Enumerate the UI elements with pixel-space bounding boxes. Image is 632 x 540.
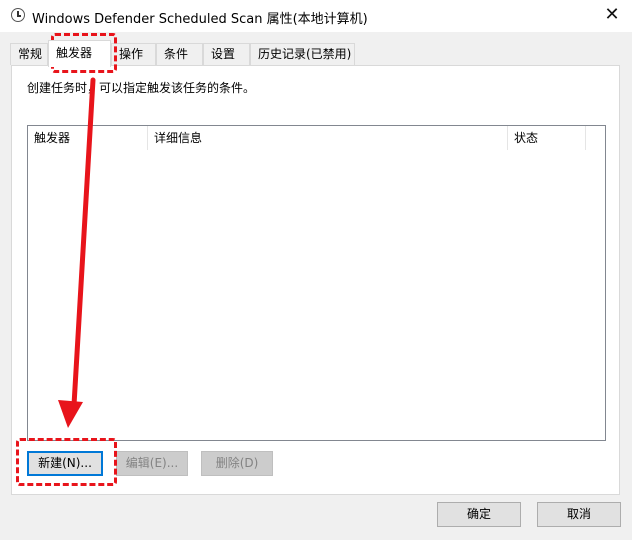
tab-triggers[interactable]: 触发器	[48, 40, 111, 67]
pointer-arrow	[58, 77, 96, 428]
